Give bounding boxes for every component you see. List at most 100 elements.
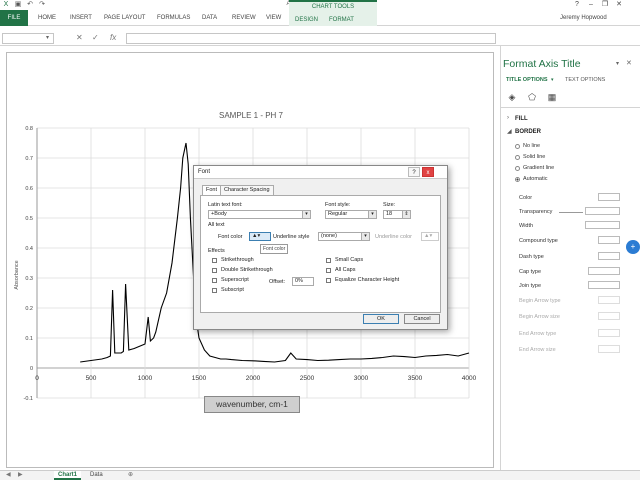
end-arrow-type-select (598, 329, 620, 337)
tab-title-options[interactable]: TITLE OPTIONS (506, 77, 548, 83)
minimize-icon[interactable]: – (584, 0, 598, 10)
font-style-label: Font style: (325, 202, 351, 208)
x-tick-label: 4000 (462, 375, 477, 382)
x-axis-title[interactable]: wavenumber, cm-1 (204, 396, 300, 413)
font-color-button[interactable]: ▲▾ (249, 232, 271, 241)
end-arrow-size-label: End Arrow size (519, 347, 556, 353)
y-tick-label: 0.5 (25, 216, 33, 222)
stepper-icon[interactable]: ⇕ (402, 211, 410, 218)
cancel-icon[interactable]: ✕ (76, 33, 83, 42)
equalize-height-checkbox[interactable] (326, 278, 331, 283)
close-icon[interactable]: x (422, 167, 434, 177)
underline-color-label: Underline color (375, 234, 412, 240)
y-tick-label: 0.7 (25, 156, 33, 162)
tab-design[interactable]: DESIGN (295, 17, 318, 23)
ok-button[interactable]: OK (363, 314, 399, 324)
transparency-slider[interactable] (559, 212, 583, 213)
small-caps-checkbox[interactable] (326, 258, 331, 263)
tab-view[interactable]: VIEW (266, 15, 281, 21)
tab-home[interactable]: HOME (38, 15, 56, 21)
x-tick-labels: 0 500 1000 1500 2000 2500 3000 3500 4000 (35, 375, 476, 382)
formula-input[interactable] (126, 33, 496, 44)
tab-insert[interactable]: INSERT (70, 15, 92, 21)
help-icon[interactable]: ? (570, 0, 584, 10)
cancel-button[interactable]: Cancel (404, 314, 440, 324)
add-sheet-icon[interactable]: ⊕ (124, 471, 137, 480)
font-dialog: Font ? x Font Character Spacing Latin te… (193, 165, 448, 330)
automatic-radio[interactable] (515, 177, 520, 182)
function-icon[interactable]: fx (110, 33, 116, 42)
all-caps-label: All Caps (335, 267, 356, 273)
chevron-down-icon[interactable]: ▾ (302, 211, 310, 218)
y-tick-labels: 0.8 0.7 0.6 0.5 0.4 0.3 0.2 0.1 0 -0.1 (24, 126, 33, 402)
dash-type-select[interactable] (598, 252, 620, 260)
chevron-down-icon[interactable]: ▾ (361, 233, 369, 240)
automatic-label: Automatic (523, 176, 548, 182)
small-caps-label: Small Caps (335, 257, 364, 263)
tab-character-spacing[interactable]: Character Spacing (220, 185, 274, 195)
transparency-input[interactable] (585, 207, 620, 215)
chevron-right-icon[interactable]: › (507, 115, 509, 121)
latin-font-input[interactable]: +Body (208, 210, 311, 219)
chevron-down-icon[interactable]: ▾ (616, 60, 619, 67)
chevron-down-icon[interactable]: ◢ (507, 128, 512, 135)
enter-icon[interactable]: ✓ (92, 33, 99, 42)
y-tick-label: 0.8 (25, 126, 33, 132)
all-caps-checkbox[interactable] (326, 268, 331, 273)
solid-line-label: Solid line (523, 154, 546, 160)
chevron-down-icon[interactable]: ▾ (551, 77, 554, 83)
border-section[interactable]: BORDER (515, 129, 541, 135)
tab-page-layout[interactable]: PAGE LAYOUT (104, 15, 145, 21)
tab-formulas[interactable]: FORMULAS (157, 15, 190, 21)
fill-section[interactable]: FILL (515, 116, 528, 122)
underline-style-label: Underline style (273, 234, 310, 240)
chevron-down-icon[interactable]: ▾ (368, 211, 376, 218)
double-strikethrough-checkbox[interactable] (212, 268, 217, 273)
tab-format[interactable]: FORMAT (329, 17, 354, 23)
sheet-tab-data[interactable]: Data (86, 471, 107, 480)
pentagon-icon[interactable]: ⬠ (526, 91, 538, 103)
scroll-left-icon[interactable]: ◀ (6, 471, 11, 478)
no-line-radio[interactable] (515, 144, 520, 149)
join-type-select[interactable] (588, 281, 620, 289)
tab-data[interactable]: DATA (202, 15, 217, 21)
size-properties-icon[interactable]: ▦ (546, 91, 558, 103)
solid-line-radio[interactable] (515, 155, 520, 160)
color-picker[interactable] (598, 193, 620, 201)
help-icon[interactable]: ? (408, 167, 420, 177)
scroll-right-icon[interactable]: ▶ (18, 471, 23, 478)
gradient-line-radio[interactable] (515, 166, 520, 171)
equalize-height-label: Equalize Character Height (335, 277, 400, 283)
underline-color-button: ▲▾ (421, 232, 439, 241)
superscript-checkbox[interactable] (212, 278, 217, 283)
y-tick-label: 0.3 (25, 276, 33, 282)
latin-font-label: Latin text font: (208, 202, 243, 208)
tab-file[interactable]: FILE (0, 10, 28, 26)
y-tick-label: -0.1 (24, 396, 33, 402)
plus-icon[interactable]: + (626, 240, 640, 254)
strikethrough-checkbox[interactable] (212, 258, 217, 263)
x-tick-label: 3500 (408, 375, 423, 382)
begin-arrow-size-select (598, 312, 620, 320)
y-tick-label: 0.1 (25, 336, 33, 342)
tab-review[interactable]: REVIEW (232, 15, 256, 21)
width-label: Width (519, 223, 534, 229)
close-icon[interactable]: ✕ (626, 59, 632, 67)
compound-type-select[interactable] (598, 236, 620, 244)
chart-tools-label: CHART TOOLS (311, 4, 355, 10)
tab-font[interactable]: Font (202, 185, 222, 195)
sheet-tab-chart1[interactable]: Chart1 (54, 471, 82, 480)
close-icon[interactable]: ✕ (612, 0, 626, 10)
cap-type-select[interactable] (588, 267, 620, 275)
transparency-label: Transparency (519, 209, 553, 215)
double-strikethrough-label: Double Strikethrough (221, 267, 273, 273)
offset-input[interactable]: 0% (292, 277, 314, 286)
restore-icon[interactable]: ❐ (598, 0, 612, 10)
fill-bucket-icon[interactable]: ◈ (506, 91, 518, 103)
subscript-checkbox[interactable] (212, 288, 217, 293)
strikethrough-label: Strikethrough (221, 257, 254, 263)
user-name[interactable]: Jeremy Hopwood (560, 15, 607, 21)
width-input[interactable] (585, 221, 620, 229)
chevron-down-icon[interactable]: ▾ (46, 34, 49, 41)
tab-text-options[interactable]: TEXT OPTIONS (565, 77, 605, 83)
